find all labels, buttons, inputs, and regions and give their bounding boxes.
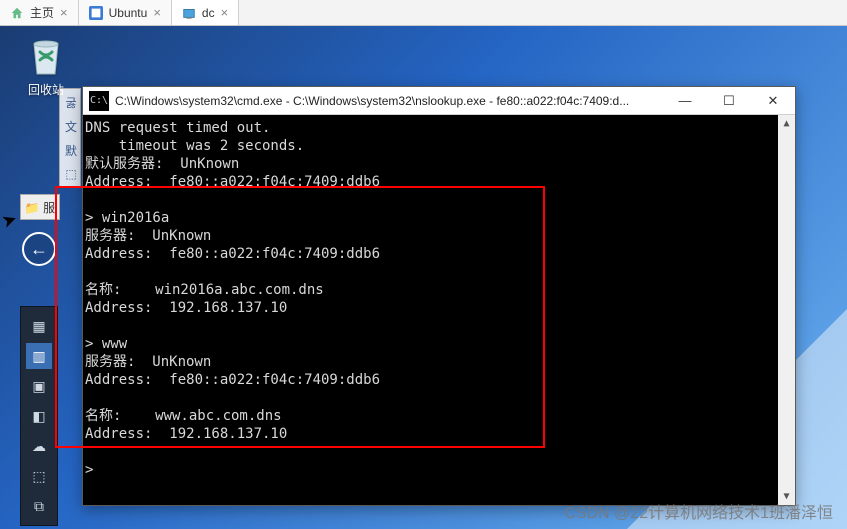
tool-item[interactable]: 굻 [62,93,80,111]
minimize-button[interactable]: — [663,87,707,115]
dock-item[interactable]: ▦ [26,313,52,339]
window-title: C:\Windows\system32\cmd.exe - C:\Windows… [115,94,663,108]
close-icon[interactable]: × [153,5,161,20]
tool-item[interactable]: 文 [62,117,80,135]
tab-label: 主页 [30,4,54,21]
dock-item[interactable]: ⧉ [26,493,52,519]
close-button[interactable]: ✕ [751,87,795,115]
recycle-bin-icon [26,67,66,81]
tab-home[interactable]: 主页 × [0,0,79,25]
dock-item[interactable]: ☁ [26,433,52,459]
tab-dc[interactable]: dc × [172,0,239,25]
close-icon[interactable]: × [221,5,229,20]
desktop-area: 回收站 굻 文 默 ⬚ 📁 服 ← ➤ ▦ ▥ ▣ ◧ ☁ ⬚ ⧉ C:\ C:… [0,26,847,529]
dock-item[interactable]: ⬚ [26,463,52,489]
terminal-output: DNS request timed out. timeout was 2 sec… [85,119,793,479]
close-icon[interactable]: × [60,5,68,20]
window-controls: — ☐ ✕ [663,87,795,115]
dock-item[interactable]: ▥ [26,343,52,369]
side-dock: ▦ ▥ ▣ ◧ ☁ ⬚ ⧉ [20,306,58,526]
tab-label: dc [202,6,215,20]
tab-ubuntu[interactable]: Ubuntu × [79,0,172,25]
cmd-icon: C:\ [89,91,109,111]
titlebar[interactable]: C:\ C:\Windows\system32\cmd.exe - C:\Win… [83,87,795,115]
vm-tab-strip: 主页 × Ubuntu × dc × [0,0,847,26]
back-button[interactable]: ← [22,232,56,266]
scrollbar[interactable]: ▲ ▼ [778,115,795,505]
windows-icon [182,6,196,20]
tab-label: Ubuntu [109,6,148,20]
panel-header[interactable]: 📁 服 [20,194,60,220]
scroll-up-icon[interactable]: ▲ [778,115,795,132]
home-icon [10,6,24,20]
tool-item[interactable]: 默 [62,141,80,159]
cursor-icon: ➤ [0,208,20,233]
dock-item[interactable]: ◧ [26,403,52,429]
tool-item[interactable]: ⬚ [62,165,80,183]
ubuntu-icon [89,6,103,20]
maximize-button[interactable]: ☐ [707,87,751,115]
floating-toolbar: 굻 文 默 ⬚ [59,88,81,188]
dock-item[interactable]: ▣ [26,373,52,399]
terminal-body[interactable]: DNS request timed out. timeout was 2 sec… [83,115,795,505]
cmd-window: C:\ C:\Windows\system32\cmd.exe - C:\Win… [82,86,796,506]
watermark-text: CSDN @22计算机网络技术1班潘泽恒 [564,499,833,523]
